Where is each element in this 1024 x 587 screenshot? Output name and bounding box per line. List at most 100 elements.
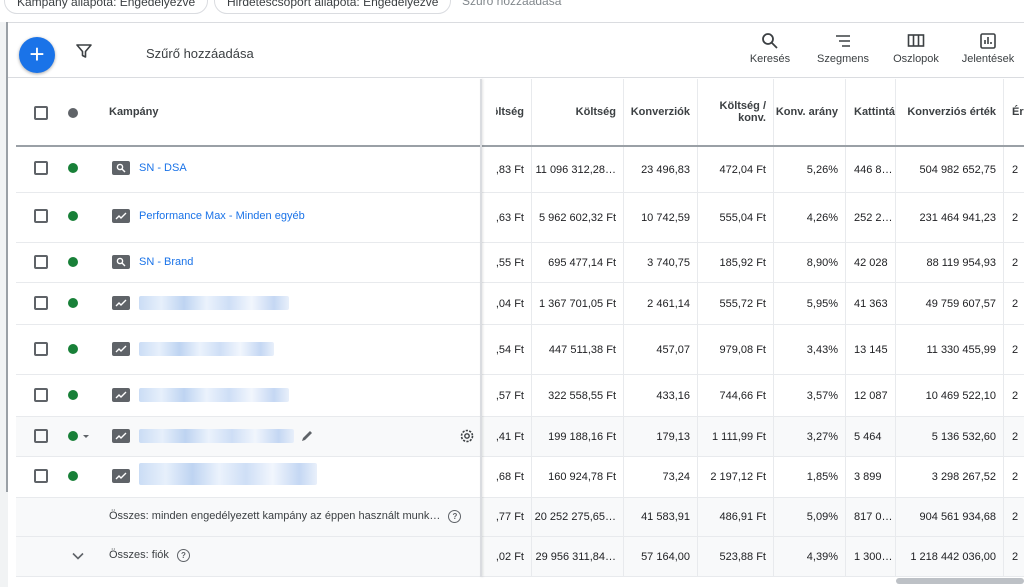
help-icon[interactable]: ?: [176, 549, 190, 562]
table-row[interactable]: 3,68 Ft 160 924,78 Ft 73,24 2 197,12 Ft …: [16, 457, 1024, 498]
cell-conv-rate: 5,26%: [774, 147, 846, 192]
total-conv-value: 1 218 442 036,00: [896, 537, 1004, 576]
header-conv-rate[interactable]: Konv. arány: [774, 79, 846, 145]
redacted-campaign-name[interactable]: [139, 463, 317, 485]
cell-clicks: 12 087: [846, 375, 896, 416]
cell-extra: 2: [1012, 256, 1019, 269]
row-checkbox[interactable]: [34, 161, 48, 175]
cell-cost-per-conv: 1 111,99 Ft: [698, 417, 774, 456]
redacted-campaign-name[interactable]: [139, 342, 274, 356]
status-enabled-dot[interactable]: [68, 211, 78, 221]
status-enabled-dot[interactable]: [68, 257, 78, 267]
search-icon: [112, 255, 130, 269]
total-conv-value: 904 561 934,68: [896, 498, 1004, 536]
total-label-enabled: Összes: minden engedélyezett kampány az …: [109, 510, 462, 523]
table-row[interactable]: 3,04 Ft 1 367 701,05 Ft 2 461,14 555,72 …: [16, 283, 1024, 325]
row-checkbox[interactable]: [34, 296, 48, 310]
header-conv-value[interactable]: Konverziós érték: [896, 79, 1004, 145]
campaign-name-link[interactable]: SN - Brand: [139, 256, 193, 268]
header-cost-partial[interactable]: öltség: [496, 79, 532, 145]
total-row-enabled: Összes: minden engedélyezett kampány az …: [16, 498, 1024, 537]
filter-icon[interactable]: [76, 43, 92, 64]
filter-chip-campaign-status[interactable]: Kampány állapota: Engedélyezve: [4, 0, 209, 14]
search-tool[interactable]: Keresés: [742, 31, 798, 65]
table-row[interactable]: SN - Brand 5,55 Ft 695 477,14 Ft 3 740,7…: [16, 243, 1024, 283]
redacted-campaign-name[interactable]: [139, 296, 289, 310]
total-label-text: Összes: minden engedélyezett kampány az …: [109, 510, 441, 522]
header-conversions[interactable]: Konverziók: [624, 79, 698, 145]
campaign-name-link[interactable]: SN - DSA: [139, 162, 187, 174]
cell-clicks: 3 899: [846, 457, 896, 497]
status-enabled-dot[interactable]: [68, 390, 78, 400]
cell-cost-per-conv: 555,04 Ft: [698, 193, 774, 242]
table-footer-space: [8, 579, 1024, 587]
cell-conv-rate: 3,27%: [774, 417, 846, 456]
status-dropdown-icon[interactable]: [81, 429, 91, 448]
segment-tool[interactable]: Szegmens: [813, 31, 873, 65]
status-enabled-dot[interactable]: [68, 163, 78, 173]
add-filter-link[interactable]: Szűrő hozzáadása: [462, 0, 561, 8]
filter-chip-adgroup-status[interactable]: Hirdetéscsoport állapota: Engedélyezve: [214, 0, 452, 14]
cell-cost-partial: 3,83 Ft: [496, 147, 532, 192]
campaign-table: Kampány öltség Költség Konverziók Költsé…: [16, 79, 1024, 579]
row-checkbox[interactable]: [34, 429, 48, 443]
status-enabled-dot[interactable]: [68, 298, 78, 308]
left-rail-bar: [6, 22, 8, 492]
row-checkbox[interactable]: [34, 388, 48, 402]
edit-pencil-icon[interactable]: [299, 428, 315, 449]
status-header-dot[interactable]: [68, 108, 78, 118]
header-campaign[interactable]: Kampány: [109, 79, 489, 145]
total-cost-per-conv: 486,91 Ft: [698, 498, 774, 536]
cell-conv-value: 3 298 267,52: [896, 457, 1004, 497]
table-row[interactable]: 3,54 Ft 447 511,38 Ft 457,07 979,08 Ft 3…: [16, 325, 1024, 375]
status-enabled-dot[interactable]: [68, 431, 78, 441]
total-label-account: Összes: fiók?: [109, 549, 190, 562]
table-row[interactable]: 3,41 Ft 199 188,16 Ft 179,13 1 111,99 Ft…: [16, 417, 1024, 457]
campaign-name-link[interactable]: Performance Max - Minden egyéb: [139, 210, 305, 222]
status-enabled-dot[interactable]: [68, 471, 78, 481]
search-label: Keresés: [749, 53, 791, 65]
settings-gear-icon[interactable]: [459, 428, 475, 449]
table-row[interactable]: SN - DSA 3,83 Ft 11 096 312,28… 23 496,8…: [16, 147, 1024, 193]
redacted-campaign-name[interactable]: [139, 388, 289, 402]
header-cost[interactable]: Költség: [532, 79, 624, 145]
table-row[interactable]: Performance Max - Minden egyéb 3,63 Ft 5…: [16, 193, 1024, 243]
trend-icon: [112, 342, 130, 356]
add-button[interactable]: +: [19, 37, 55, 73]
cell-clicks: 5 464: [846, 417, 896, 456]
cell-clicks: 13 145: [846, 325, 896, 374]
row-checkbox[interactable]: [34, 469, 48, 483]
table-row[interactable]: 3,57 Ft 322 558,55 Ft 433,16 744,66 Ft 3…: [16, 375, 1024, 417]
add-filter-input[interactable]: Szűrő hozzáadása: [146, 46, 254, 61]
row-checkbox[interactable]: [34, 255, 48, 269]
header-extra[interactable]: Ér: [1012, 79, 1024, 145]
cell-cost: 447 511,38 Ft: [532, 325, 624, 374]
columns-tool[interactable]: Oszlopok: [888, 31, 944, 65]
total-extra: 2: [1012, 511, 1019, 523]
cell-cost: 199 188,16 Ft: [532, 417, 624, 456]
row-checkbox[interactable]: [34, 342, 48, 356]
chevron-down-icon[interactable]: [71, 549, 85, 568]
cell-cost-per-conv: 979,08 Ft: [698, 325, 774, 374]
cell-cost-partial: 3,57 Ft: [496, 375, 532, 416]
cell-cost: 322 558,55 Ft: [532, 375, 624, 416]
select-all-checkbox[interactable]: [34, 106, 48, 120]
cell-conversions: 3 740,75: [624, 243, 698, 282]
help-icon[interactable]: ?: [448, 510, 462, 523]
cell-extra: 2: [1012, 343, 1019, 356]
cell-conv-value: 49 759 607,57: [896, 283, 1004, 324]
cell-cost-partial: 3,68 Ft: [496, 457, 532, 497]
status-enabled-dot[interactable]: [68, 344, 78, 354]
redacted-campaign-name[interactable]: [139, 429, 294, 443]
header-cost-per-conv[interactable]: Költség / konv.: [698, 79, 774, 145]
cell-conversions: 433,16: [624, 375, 698, 416]
cell-cost: 11 096 312,28…: [532, 147, 624, 192]
horizontal-scrollbar[interactable]: [896, 578, 1024, 584]
row-checkbox[interactable]: [34, 209, 48, 223]
total-cost-partial: 3,77 Ft: [496, 498, 532, 536]
total-row-account: Összes: fiók? 3,02 Ft 29 956 311,84… 57 …: [16, 537, 1024, 577]
header-clicks[interactable]: Kattintá: [846, 79, 896, 145]
reports-tool[interactable]: Jelentések: [958, 31, 1018, 65]
cell-extra: 2: [1012, 389, 1019, 402]
total-extra: 2: [1012, 550, 1019, 563]
